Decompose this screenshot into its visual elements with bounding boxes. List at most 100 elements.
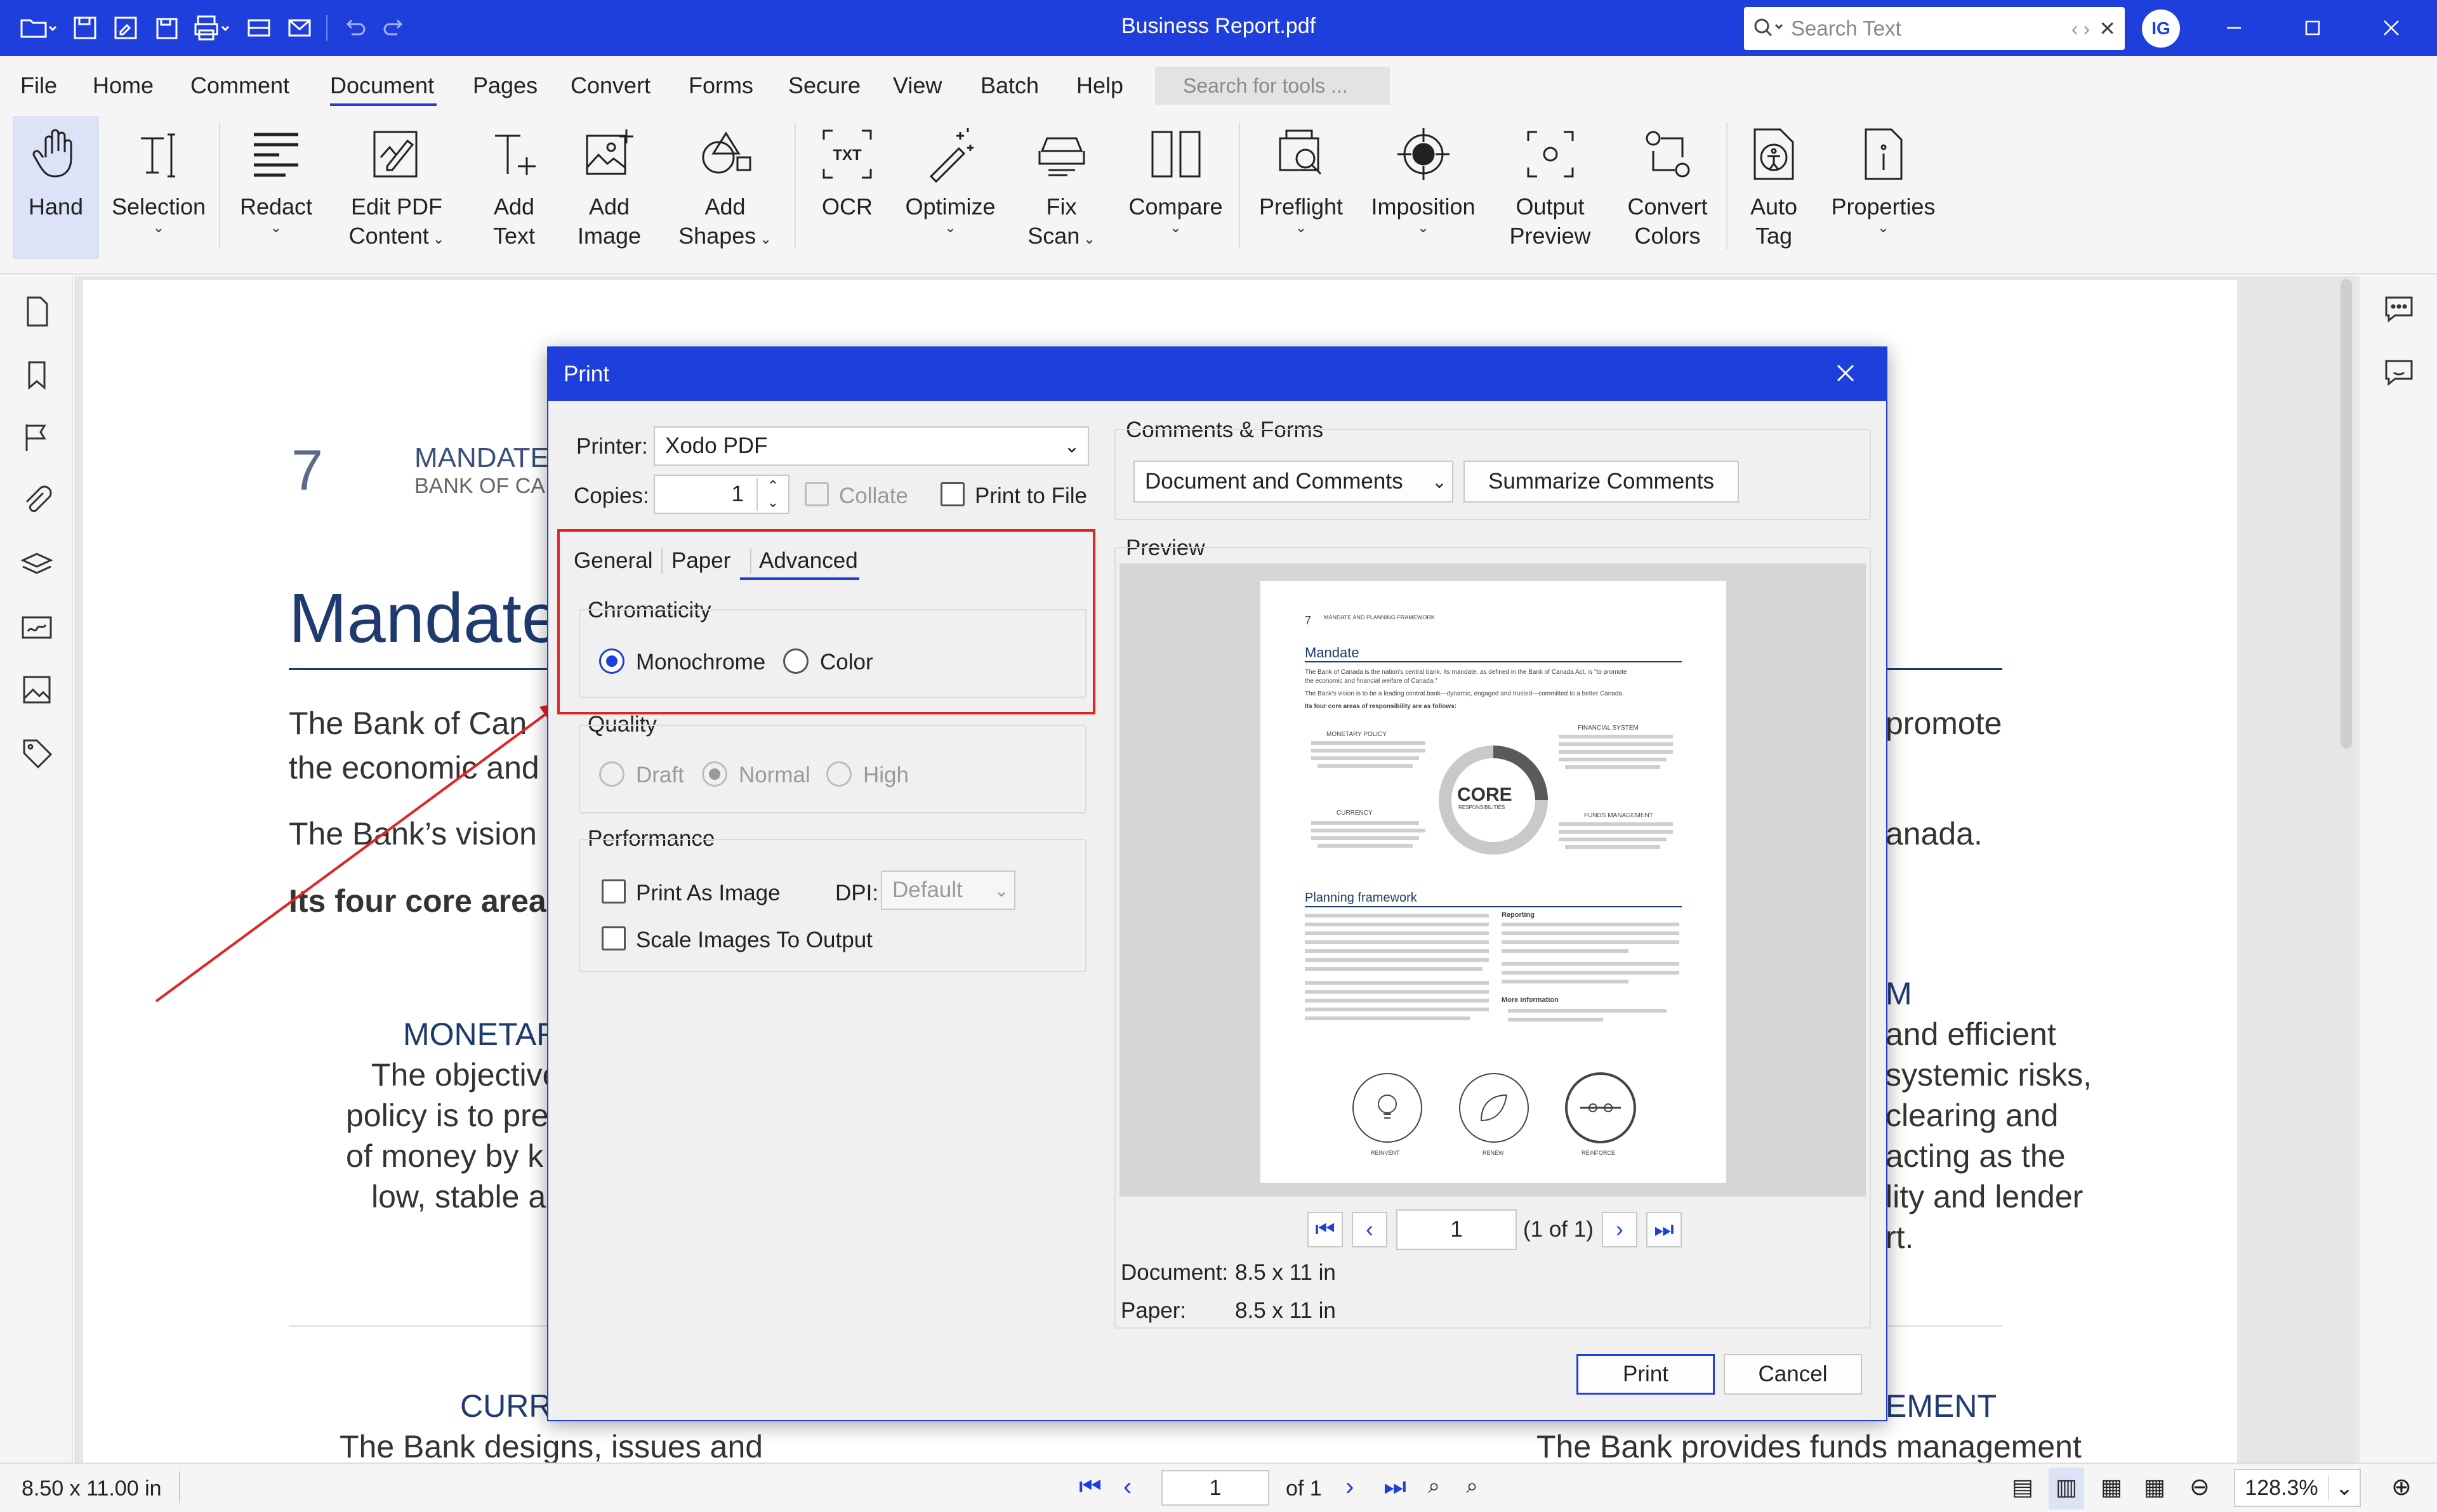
ocr-button[interactable]: TXT OCR (803, 116, 892, 262)
menu-comment[interactable]: Comment (190, 72, 289, 99)
zoom-out-icon[interactable]: ⊖ (2189, 1473, 2210, 1501)
selection-tool-button[interactable]: Selection ⌄ (108, 116, 209, 262)
attachment-icon[interactable] (20, 484, 53, 517)
search-text-box[interactable]: Search Text ‹ › ✕ (1744, 7, 2125, 50)
output-preview-button[interactable]: Output Preview (1498, 116, 1602, 262)
printer-select[interactable]: Xodo PDF ⌄ (654, 426, 1089, 466)
signature-icon[interactable] (20, 611, 53, 644)
scale-images-checkbox[interactable] (602, 926, 626, 950)
preview-last-page-icon[interactable]: ⏭ (1646, 1212, 1682, 1247)
preflight-button[interactable]: Preflight ⌄ (1247, 116, 1355, 262)
hand-tool-button[interactable]: Hand (13, 116, 99, 259)
single-page-icon[interactable]: ▤ (2012, 1474, 2033, 1501)
imposition-button[interactable]: Imposition ⌄ (1364, 116, 1482, 262)
preflight-label: Preflight (1258, 194, 1344, 220)
comments-icon[interactable] (2382, 293, 2415, 325)
email-icon[interactable] (286, 14, 314, 42)
print-as-image-checkbox[interactable] (602, 879, 626, 904)
print-icon[interactable] (193, 14, 232, 42)
flag-icon[interactable] (20, 421, 53, 454)
copies-value[interactable]: 1 (655, 482, 756, 507)
zoom-in-icon[interactable]: ⊕ (2391, 1473, 2412, 1501)
scan-icon[interactable] (245, 14, 273, 42)
thumb-reporting: Reporting (1502, 911, 1535, 919)
menu-file[interactable]: File (20, 72, 57, 99)
tag-icon[interactable] (20, 737, 53, 770)
preview-prev-page-icon[interactable]: ‹ (1352, 1212, 1387, 1247)
add-text-button[interactable]: Add Text (470, 116, 558, 262)
tool-search-input[interactable]: Search for tools ... (1155, 67, 1390, 105)
menu-document[interactable]: Document (330, 72, 434, 99)
menu-view[interactable]: View (893, 72, 942, 99)
preview-first-page-icon[interactable]: ⏮ (1307, 1212, 1343, 1247)
normal-radio[interactable] (702, 761, 727, 787)
cancel-button[interactable]: Cancel (1724, 1354, 1862, 1395)
last-page-icon[interactable]: ⏭ (1384, 1473, 1406, 1501)
zoom-select[interactable]: 128.3% ⌄ (2234, 1469, 2361, 1507)
dpi-select[interactable]: Default ⌄ (881, 871, 1015, 910)
next-page-icon[interactable]: › (1345, 1473, 1354, 1501)
menu-help[interactable]: Help (1076, 72, 1123, 99)
search-prev-icon[interactable]: ‹ (2071, 17, 2078, 41)
preview-next-page-icon[interactable]: › (1602, 1212, 1637, 1247)
edit-pdf-content-button[interactable]: Edit PDF Content ⌄ (343, 116, 451, 262)
prev-page-icon[interactable]: ‹ (1123, 1473, 1132, 1501)
undo-icon[interactable] (340, 14, 368, 42)
preview-page-input[interactable]: 1 (1396, 1209, 1517, 1250)
save-as-icon[interactable] (112, 14, 140, 42)
page-number-input[interactable]: 1 (1161, 1470, 1269, 1506)
add-shapes-button[interactable]: Add Shapes ⌄ (673, 116, 777, 262)
open-folder-icon[interactable] (19, 15, 58, 41)
thumbnail-view-icon[interactable]: ▦ (2144, 1474, 2165, 1501)
menu-secure[interactable]: Secure (788, 72, 861, 99)
ribbon-divider (795, 122, 796, 249)
add-image-button[interactable]: Add Image (565, 116, 654, 262)
menu-home[interactable]: Home (93, 72, 154, 99)
comments-select[interactable]: Document and Comments ⌄ (1133, 461, 1453, 503)
fix-scan-button[interactable]: Fix Scan ⌄ (1015, 116, 1107, 262)
thumb-planning: Planning framework (1305, 891, 1417, 905)
menu-convert[interactable]: Convert (571, 72, 651, 99)
print-to-file-checkbox[interactable] (941, 482, 965, 506)
zoom-marquee-icon[interactable]: ⌕ (1466, 1474, 1478, 1499)
maximize-icon[interactable] (2294, 9, 2332, 47)
save-all-icon[interactable] (152, 14, 180, 42)
properties-button[interactable]: Properties ⌄ (1825, 116, 1942, 262)
search-clear-icon[interactable]: ✕ (2099, 16, 2116, 41)
bookmark-icon[interactable] (20, 358, 53, 391)
stepper-arrows-icon[interactable]: ⌃ ⌄ (756, 478, 788, 511)
menu-forms[interactable]: Forms (689, 72, 753, 99)
redact-button[interactable]: Redact ⌄ (228, 116, 324, 262)
continuous-page-icon[interactable]: ▥ (2049, 1468, 2084, 1509)
dialog-close-icon[interactable] (1833, 360, 1858, 386)
copies-stepper[interactable]: 1 ⌃ ⌄ (654, 475, 789, 514)
minimize-icon[interactable] (2215, 9, 2253, 47)
print-button[interactable]: Print (1576, 1354, 1715, 1395)
compare-button[interactable]: Compare ⌄ (1126, 116, 1225, 262)
page-thumbnails-icon[interactable] (20, 295, 53, 328)
vertical-scrollbar[interactable] (2341, 279, 2352, 749)
close-window-icon[interactable] (2372, 9, 2410, 47)
ai-assistant-icon[interactable] (2382, 356, 2415, 389)
redo-icon[interactable] (381, 14, 409, 42)
draft-radio[interactable] (599, 761, 624, 787)
zoom-fit-icon[interactable]: ⌕ (1428, 1474, 1440, 1499)
draft-label: Draft (636, 763, 684, 787)
search-next-icon[interactable]: › (2084, 17, 2090, 41)
auto-tag-button[interactable]: Auto Tag (1733, 116, 1815, 262)
avatar[interactable]: IG (2142, 10, 2180, 48)
save-icon[interactable] (71, 14, 99, 42)
high-radio[interactable] (826, 761, 852, 787)
collate-checkbox[interactable] (805, 482, 829, 506)
menu-batch[interactable]: Batch (981, 72, 1039, 99)
image-panel-icon[interactable] (20, 673, 53, 706)
optimize-button[interactable]: Optimize ⌄ (901, 116, 1000, 262)
layers-icon[interactable] (20, 548, 53, 581)
two-page-icon[interactable]: ▦ (2101, 1474, 2122, 1501)
menu-pages[interactable]: Pages (473, 72, 538, 99)
convert-colors-button[interactable]: Convert Colors (1615, 116, 1720, 262)
first-page-icon[interactable]: ⏮ (1079, 1473, 1102, 1501)
search-text-input[interactable]: Search Text (1791, 16, 2071, 41)
thumb-text-line (1502, 931, 1679, 935)
summarize-comments-button[interactable]: Summarize Comments (1463, 461, 1739, 503)
